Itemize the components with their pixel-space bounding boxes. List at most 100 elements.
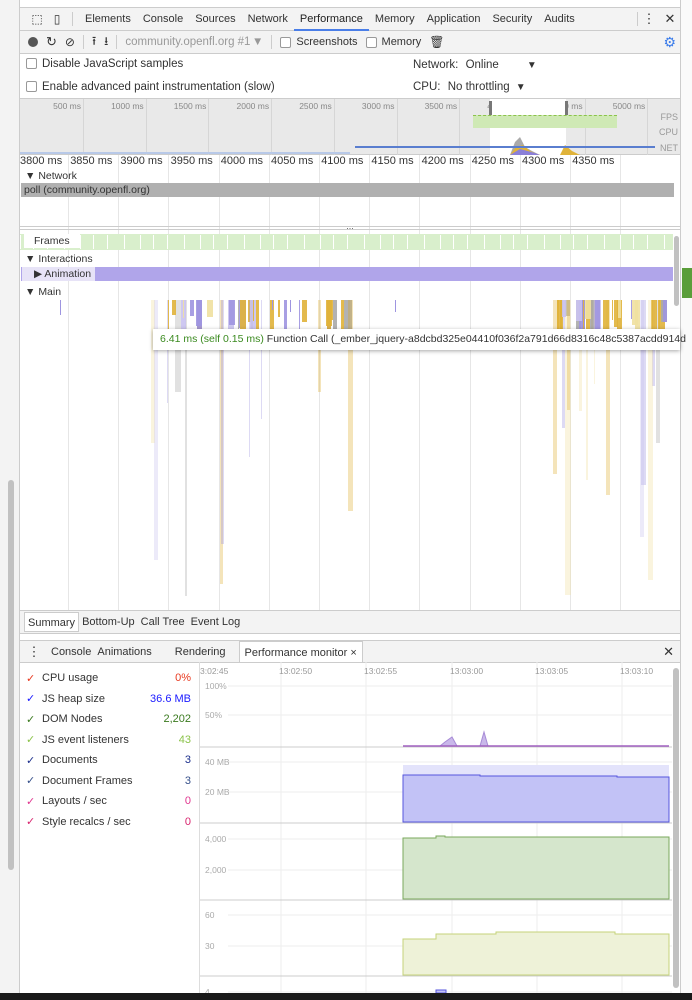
metric-js-event-listeners[interactable]: ✓ JS event listeners 43: [26, 730, 191, 750]
metric-layouts-sec[interactable]: ✓ Layouts / sec 0: [26, 791, 191, 811]
flame-event[interactable]: [575, 300, 582, 322]
drawer-tab-performance-monitor[interactable]: Performance monitor ×: [238, 640, 363, 663]
time-label: 13:03:10: [620, 666, 653, 676]
chevron-down-icon: ▼: [515, 82, 526, 93]
frame-divider: [393, 235, 394, 249]
flame-event[interactable]: [553, 300, 558, 475]
check-icon: ✓: [26, 672, 36, 685]
screenshots-checkbox[interactable]: Screenshots: [280, 36, 358, 48]
more-menu-icon[interactable]: ⋮: [638, 11, 660, 27]
drawer-tab-rendering[interactable]: Rendering: [155, 646, 229, 658]
animation-track-header[interactable]: ▶ Animation: [22, 267, 96, 281]
metric-label: CPU usage: [42, 672, 99, 684]
timeline-overview[interactable]: 500 ms 1000 ms 1500 ms 2000 ms 2500 ms 3000 m…: [20, 98, 680, 155]
metric-label: Layouts / sec: [42, 795, 107, 807]
flame-event[interactable]: [260, 300, 263, 419]
flame-event[interactable]: [252, 300, 255, 321]
metric-value: 0: [184, 815, 191, 828]
flame-event[interactable]: [612, 300, 614, 320]
disable-js-samples-checkbox[interactable]: Disable JavaScript samples: [26, 58, 183, 70]
flame-event[interactable]: [206, 300, 213, 318]
cpu-label: CPU:: [413, 81, 441, 93]
drawer-tab-animations[interactable]: Animations: [94, 646, 154, 658]
network-track-header[interactable]: ▼ Network: [25, 170, 77, 182]
tab-memory[interactable]: Memory: [369, 8, 421, 31]
device-toolbar-icon[interactable]: ▯: [48, 12, 66, 26]
tab-console[interactable]: Console: [137, 8, 189, 31]
frame-divider: [484, 235, 485, 249]
flame-event[interactable]: [238, 300, 240, 332]
close-tab-icon[interactable]: ×: [350, 647, 356, 659]
flame-event[interactable]: [272, 300, 273, 310]
metric-value: 36.6 MB: [150, 692, 191, 705]
metric-documents[interactable]: ✓ Documents 3: [26, 750, 191, 770]
frame-divider: [93, 235, 94, 249]
metric-cpu-usage[interactable]: ✓ CPU usage 0%: [26, 668, 191, 688]
flame-event[interactable]: [229, 300, 236, 326]
close-drawer-icon[interactable]: ✕: [663, 644, 674, 660]
flame-event[interactable]: [662, 300, 668, 323]
split-resizer[interactable]: …: [20, 223, 680, 231]
flame-event[interactable]: [290, 300, 291, 312]
tab-sources[interactable]: Sources: [189, 8, 241, 31]
metric-document-frames[interactable]: ✓ Document Frames 3: [26, 771, 191, 791]
tab-call-tree[interactable]: Call Tree: [138, 612, 188, 632]
flame-event[interactable]: [171, 300, 176, 316]
animation-bar[interactable]: [21, 267, 673, 281]
memory-checkbox[interactable]: Memory: [365, 36, 421, 48]
flame-scrollbar[interactable]: [674, 236, 679, 306]
load-profile-icon[interactable]: ⭱: [92, 32, 96, 53]
flame-event[interactable]: [166, 300, 168, 404]
profile-select[interactable]: community.openfl.org #1 ▼: [125, 36, 263, 48]
flame-event[interactable]: [602, 300, 610, 330]
flame-event[interactable]: [566, 300, 570, 411]
metric-js-heap-size[interactable]: ✓ JS heap size 36.6 MB: [26, 689, 191, 709]
cpu-throttle[interactable]: CPU: No throttling ▼: [413, 81, 526, 93]
save-profile-icon[interactable]: ⭳: [104, 32, 108, 53]
flame-event[interactable]: [277, 300, 281, 318]
reload-icon[interactable]: ↻: [46, 34, 57, 50]
frames-track[interactable]: [20, 234, 673, 250]
metric-style-recalcs-sec[interactable]: ✓ Style recalcs / sec 0: [26, 812, 191, 832]
monitor-scrollbar[interactable]: [673, 668, 679, 988]
main-track-header[interactable]: ▼ Main: [25, 286, 61, 298]
metric-dom-nodes[interactable]: ✓ DOM Nodes 2,202: [26, 709, 191, 729]
selection-right-handle[interactable]: [565, 101, 568, 115]
advanced-paint-checkbox[interactable]: Enable advanced paint instrumentation (s…: [26, 81, 275, 93]
close-devtools-icon[interactable]: ✕: [660, 11, 680, 27]
flame-event[interactable]: [617, 300, 621, 318]
network-request-bar[interactable]: poll (community.openfl.org): [21, 183, 674, 197]
flame-event[interactable]: [190, 300, 195, 316]
flame-event[interactable]: [584, 300, 592, 320]
flame-event[interactable]: [60, 300, 61, 315]
tab-summary[interactable]: Summary: [24, 612, 80, 632]
tab-audits[interactable]: Audits: [538, 8, 581, 31]
tab-bottom-up[interactable]: Bottom-Up: [79, 612, 138, 632]
tab-performance[interactable]: Performance: [293, 8, 369, 31]
drawer-tab-console[interactable]: Console: [48, 646, 94, 658]
time-ruler: 3800 ms 3850 ms 3900 ms 3950 ms 4000 ms 4050 …: [20, 155, 680, 170]
flame-event[interactable]: [631, 300, 633, 319]
interactions-track-header[interactable]: ▼ Interactions: [25, 253, 93, 265]
record-icon[interactable]: [28, 37, 38, 47]
tab-network[interactable]: Network: [242, 8, 294, 31]
gear-icon[interactable]: ⚙: [663, 34, 676, 51]
drawer-menu-icon[interactable]: ⋮: [20, 644, 48, 660]
tab-security[interactable]: Security: [486, 8, 538, 31]
inspect-element-icon[interactable]: ⬚: [26, 12, 48, 26]
flame-event[interactable]: [395, 300, 396, 312]
tab-elements[interactable]: Elements: [79, 8, 137, 31]
network-throttle[interactable]: Network: Online ▼: [413, 59, 537, 71]
tab-event-log[interactable]: Event Log: [188, 612, 244, 632]
flame-event[interactable]: [182, 300, 184, 318]
flame-event[interactable]: [328, 300, 334, 320]
frame-divider: [544, 235, 545, 249]
tab-application[interactable]: Application: [421, 8, 487, 31]
flame-event[interactable]: [561, 300, 566, 317]
selection-left-handle[interactable]: [489, 101, 492, 115]
page-scrollbar[interactable]: [8, 480, 14, 870]
clear-icon[interactable]: ⊘: [65, 35, 75, 49]
trash-icon[interactable]: 🗑: [429, 35, 444, 49]
frame-divider: [560, 235, 561, 249]
flame-event[interactable]: [301, 300, 307, 322]
